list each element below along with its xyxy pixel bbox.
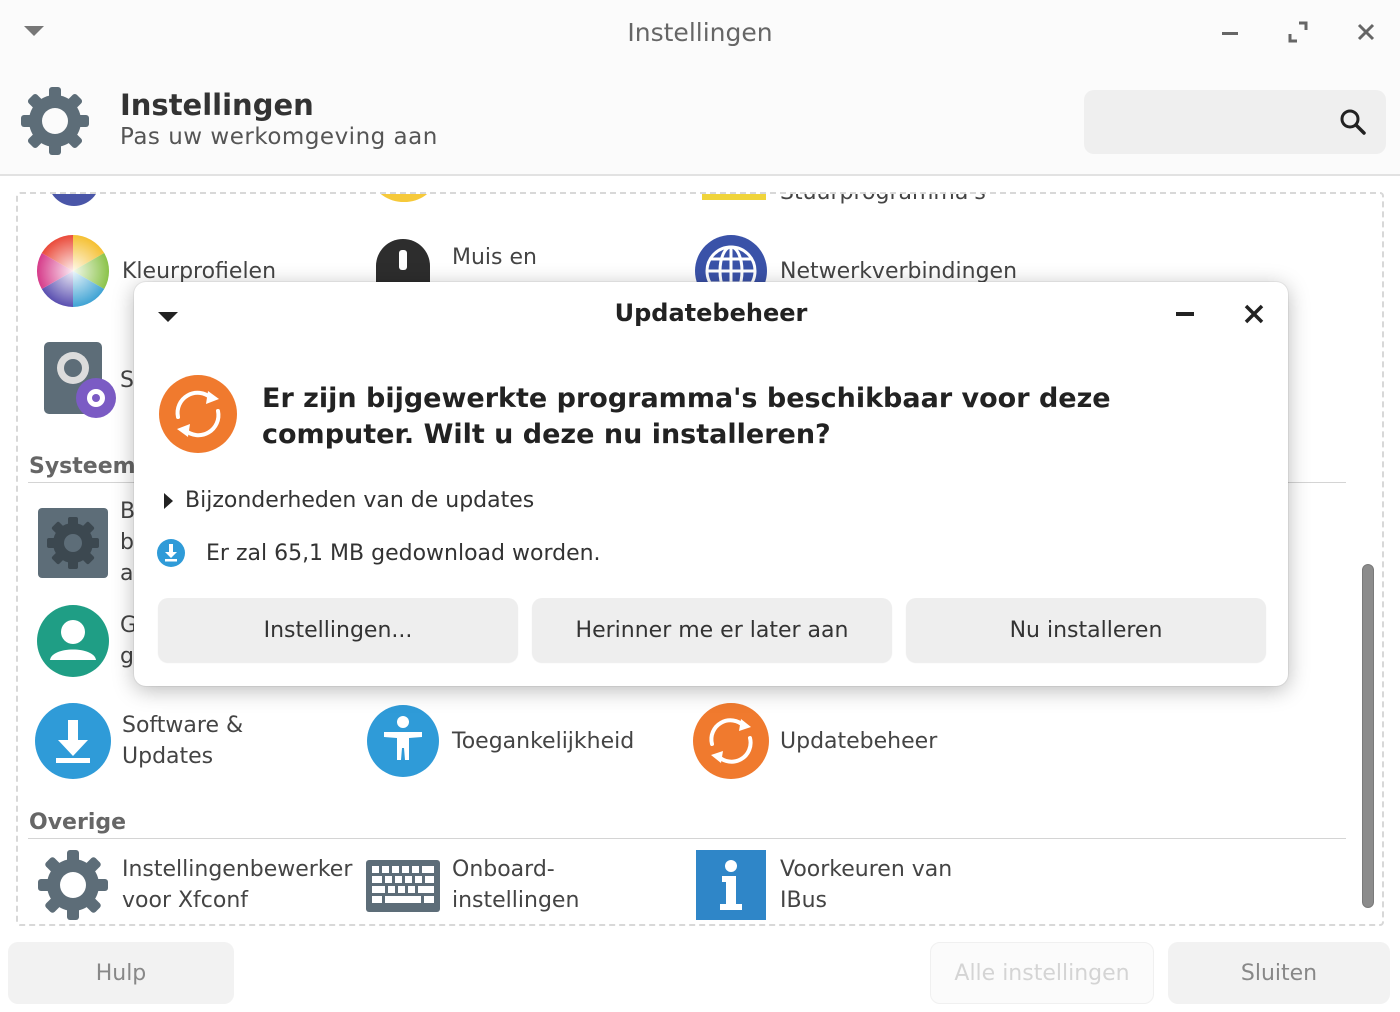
settings-item-updatebeheer[interactable]: Updatebeheer — [692, 702, 937, 780]
download-icon — [35, 703, 111, 779]
help-button[interactable]: Hulp — [8, 942, 234, 1004]
color-wheel-icon — [36, 235, 110, 307]
dialog-close-button[interactable] — [1240, 296, 1268, 330]
maximize-icon — [1288, 21, 1308, 43]
settings-header: Instellingen Pas uw werkomgeving aan — [0, 66, 1400, 176]
dialog-title: Updatebeheer — [614, 299, 808, 327]
session-settings-icon — [44, 342, 116, 418]
keyboard-icon — [366, 860, 440, 912]
search-input[interactable] — [1084, 90, 1386, 154]
partial-row-label: Stuurprogramma's — [780, 192, 986, 205]
remind-later-button[interactable]: Herinner me er later aan — [532, 598, 892, 662]
dialog-minimize-button[interactable] — [1176, 312, 1194, 316]
minimize-button[interactable] — [1212, 14, 1248, 50]
close-icon — [1244, 304, 1264, 324]
accessibility-icon — [367, 705, 439, 777]
settings-item-label: Voorkeuren van IBus — [780, 857, 953, 913]
settings-gear-icon — [21, 87, 89, 155]
gear-icon — [38, 850, 108, 920]
settings-item-sessie[interactable]: S — [40, 340, 134, 420]
settings-item-label: Onboard- instellingen — [452, 857, 580, 913]
section-systeem: Systeem — [29, 454, 136, 479]
settings-item-ibus[interactable]: Voorkeuren van IBus — [692, 846, 952, 924]
search-icon[interactable] — [1338, 107, 1368, 137]
partial-blue-icon — [52, 194, 96, 206]
partial-yellow-icon — [380, 194, 428, 202]
update-icon — [693, 703, 769, 779]
panel-scrollbar[interactable] — [1362, 564, 1374, 908]
settings-item-toegankelijkheid[interactable]: Toegankelijkheid — [364, 702, 634, 780]
header-subtitle: Pas uw werkomgeving aan — [120, 124, 438, 150]
settings-item-label: Software & Updates — [122, 713, 244, 769]
settings-item-systeem-1[interactable]: B b a — [34, 496, 135, 589]
update-dialog: Updatebeheer Er zijn bijgewerkte program… — [134, 282, 1288, 686]
all-settings-button[interactable]: Alle instellingen — [930, 942, 1154, 1004]
settings-item-label: S — [120, 367, 134, 393]
dialog-settings-button[interactable]: Instellingen... — [158, 598, 518, 662]
expander-arrow-icon — [164, 492, 173, 509]
window-titlebar: Instellingen — [0, 0, 1400, 66]
install-now-button[interactable]: Nu installeren — [906, 598, 1266, 662]
dialog-message: Er zijn bijgewerkte programma's beschikb… — [262, 383, 1111, 450]
download-info-icon — [157, 539, 185, 567]
details-label: Bijzonderheden van de updates — [185, 488, 535, 513]
partial-driver-icon — [702, 194, 766, 200]
close-button[interactable] — [1348, 14, 1384, 50]
settings-item-label: Muis en — [452, 244, 537, 270]
settings-item-systeem-2[interactable]: G g — [34, 602, 137, 680]
gear-box-icon — [38, 507, 108, 578]
download-info: Er zal 65,1 MB gedownload worden. — [156, 538, 601, 568]
maximize-button[interactable] — [1280, 14, 1316, 50]
details-expander[interactable]: Bijzonderheden van de updates — [164, 488, 534, 513]
settings-item-xfconf[interactable]: Instellingenbewerker voor Xfconf — [34, 846, 352, 924]
section-overige: Overige — [29, 810, 127, 835]
settings-item-software-updates[interactable]: Software & Updates — [34, 702, 243, 780]
window-title: Instellingen — [627, 18, 773, 47]
settings-item-label: B b a — [120, 499, 136, 586]
user-icon — [37, 605, 109, 677]
update-icon — [159, 375, 237, 453]
settings-item-label: Toegankelijkheid — [452, 728, 635, 754]
header-title: Instellingen — [120, 88, 314, 122]
settings-item-label: Updatebeheer — [780, 728, 938, 754]
close-window-button[interactable]: Sluiten — [1168, 942, 1390, 1004]
settings-item-onboard[interactable]: Onboard- instellingen — [364, 846, 579, 924]
download-info-text: Er zal 65,1 MB gedownload worden. — [206, 540, 601, 566]
info-icon — [696, 850, 766, 920]
settings-item-label: Instellingenbewerker voor Xfconf — [122, 857, 353, 913]
close-icon — [1357, 23, 1375, 41]
section-separator — [28, 838, 1346, 839]
